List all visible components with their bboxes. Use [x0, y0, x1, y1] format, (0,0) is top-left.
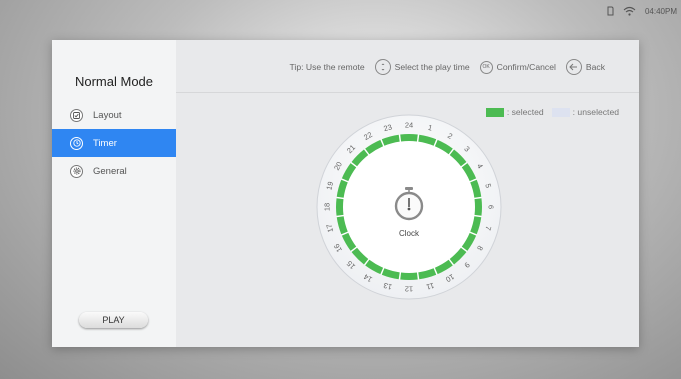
clock-time: 04:40PM: [644, 6, 677, 16]
timer-settings-panel: Normal Mode Layout Timer General PLAY Ti…: [52, 40, 639, 347]
tip-back: Back: [585, 62, 605, 72]
unselected-swatch: [551, 107, 570, 117]
timer-dial: 24 1234567891011121314151617181920212223 …: [316, 114, 502, 300]
tip-select: Select the play time: [394, 62, 470, 72]
sidebar: Normal Mode Layout Timer General PLAY: [52, 40, 176, 347]
sidebar-item-general[interactable]: General: [52, 157, 176, 185]
back-arrow-icon: [565, 59, 582, 75]
sidebar-item-label: Layout: [93, 109, 122, 121]
tip-confirm: Confirm/Cancel: [496, 62, 556, 72]
remote-tip: Tip: Use the remote Select the play time…: [289, 59, 605, 75]
center-label: Clock: [399, 229, 420, 238]
hour-label-24: 24: [405, 121, 413, 130]
legend: : selected : unselected: [485, 107, 619, 117]
play-button[interactable]: PLAY: [79, 312, 148, 328]
hour-label-6: 6: [487, 205, 496, 209]
clock-icon: [70, 136, 83, 150]
legend-selected-label: : selected: [506, 107, 544, 117]
sidebar-item-layout[interactable]: Layout: [52, 101, 176, 129]
legend-unselected-label: : unselected: [572, 107, 619, 117]
hour-label-12: 12: [405, 285, 413, 294]
hour-segment-18[interactable]: [336, 198, 344, 216]
sd-card-icon: [607, 6, 614, 16]
sidebar-item-label: General: [93, 165, 127, 177]
wifi-icon: [623, 6, 636, 16]
status-bar: 04:40PM: [607, 6, 677, 16]
hour-segment-12[interactable]: [400, 272, 418, 280]
layout-icon: [70, 108, 83, 122]
sidebar-item-timer[interactable]: Timer: [52, 129, 176, 157]
ok-key-icon: OK: [479, 60, 493, 74]
dpad-icon: [374, 59, 391, 75]
timer-main: Tip: Use the remote Select the play time…: [176, 40, 639, 347]
divider: [176, 92, 639, 93]
sidebar-item-label: Timer: [93, 137, 117, 149]
hour-segment-24[interactable]: [400, 134, 418, 142]
mode-title: Normal Mode: [74, 74, 154, 89]
tip-prefix: Tip: Use the remote: [289, 62, 365, 72]
hour-label-18: 18: [323, 203, 332, 211]
hour-segment-6[interactable]: [474, 198, 482, 216]
gear-icon: [70, 164, 83, 178]
